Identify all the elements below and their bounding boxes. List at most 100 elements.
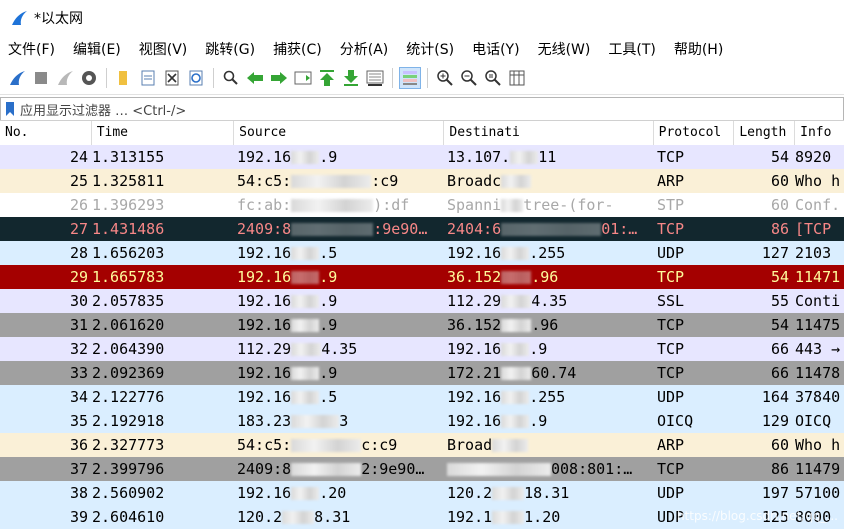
packet-time: 2.061620 xyxy=(92,316,165,334)
display-filter-bar[interactable]: 应用显示过滤器 … <Ctrl-/> xyxy=(0,97,844,121)
toolbar-divider xyxy=(392,68,393,88)
packet-length: 60 xyxy=(770,196,789,214)
menu-tools[interactable]: 工具(T) xyxy=(608,39,663,59)
packet-time: 1.431486 xyxy=(92,220,165,238)
packet-info: 8920 xyxy=(795,148,832,166)
menu-file[interactable]: 文件(F) xyxy=(8,39,63,59)
column-header-no[interactable]: No. xyxy=(0,121,92,145)
column-header-source[interactable]: Source xyxy=(234,121,445,145)
go-last-packet-icon[interactable] xyxy=(340,67,362,89)
packet-no: 28 xyxy=(69,244,88,262)
menu-edit[interactable]: 编辑(E) xyxy=(73,39,129,59)
packet-source: 183.23 3 xyxy=(237,412,349,430)
packet-row[interactable]: 36 2.327773 54:c5: c:c9 Broad ARP 60 Who … xyxy=(0,433,844,457)
packet-row[interactable]: 31 2.061620 192.16.9 36.152.96 TCP 54 11… xyxy=(0,313,844,337)
bookmark-icon[interactable] xyxy=(5,102,15,116)
packet-info: 11471 xyxy=(795,268,841,286)
packet-no: 33 xyxy=(69,364,88,382)
stop-capture-icon[interactable] xyxy=(30,67,52,89)
menu-wireless[interactable]: 无线(W) xyxy=(538,39,599,59)
menu-bar: 文件(F) 编辑(E) 视图(V) 跳转(G) 捕获(C) 分析(A) 统计(S… xyxy=(0,36,844,62)
packet-row[interactable]: 33 2.092369 192.16.9 172.21 60.74 TCP 66 … xyxy=(0,361,844,385)
column-header-time[interactable]: Time xyxy=(92,121,235,145)
packet-time: 2.327773 xyxy=(92,436,165,454)
display-filter-input[interactable]: 应用显示过滤器 … <Ctrl-/> xyxy=(20,100,186,119)
close-file-icon[interactable] xyxy=(161,67,183,89)
packet-row[interactable]: 32 2.064390 112.29 4.35 192.16.9 TCP 66 4… xyxy=(0,337,844,361)
packet-destination: 2404:6 01:… xyxy=(447,220,638,238)
packet-destination: Broadc xyxy=(443,169,653,193)
packet-time: 1.396293 xyxy=(92,196,165,214)
packet-row[interactable]: 34 2.122776 192.16.5 192.16.255 UDP 164 … xyxy=(0,385,844,409)
packet-row[interactable]: 30 2.057835 192.16.9 112.29 4.35 SSL 55 C… xyxy=(0,289,844,313)
packet-time: 1.325811 xyxy=(92,172,165,190)
packet-destination: Broad xyxy=(443,433,653,457)
go-first-packet-icon[interactable] xyxy=(316,67,338,89)
save-file-icon[interactable] xyxy=(137,67,159,89)
packet-list: 24 1.313155 192.16.9 13.107. 11 TCP 54 89… xyxy=(0,145,844,529)
packet-source: 192.16.9 xyxy=(237,292,338,310)
go-to-packet-icon[interactable] xyxy=(292,67,314,89)
packet-protocol: OICQ xyxy=(657,412,694,430)
packet-source: 54:c5: c:c9 xyxy=(237,436,398,454)
packet-destination: 192.16.9 xyxy=(447,412,548,430)
column-header-destination[interactable]: Destinati xyxy=(444,121,654,145)
zoom-out-icon[interactable] xyxy=(458,67,480,89)
menu-analyze[interactable]: 分析(A) xyxy=(340,39,397,59)
packet-row[interactable]: 35 2.192918 183.23 3 192.16.9 OICQ 129 OI… xyxy=(0,409,844,433)
menu-view[interactable]: 视图(V) xyxy=(139,39,196,59)
packet-protocol: STP xyxy=(657,196,685,214)
packet-row[interactable]: 37 2.399796 2409:8 2:9e90… 008:801:… TCP … xyxy=(0,457,844,481)
auto-scroll-icon[interactable] xyxy=(364,67,386,89)
find-packet-search-icon[interactable] xyxy=(220,67,242,89)
packet-length: 60 xyxy=(770,172,789,190)
packet-info: Conf. xyxy=(795,196,841,214)
packet-length: 54 xyxy=(770,148,789,166)
wireshark-fin-icon xyxy=(12,11,27,25)
capture-options-gear-icon[interactable] xyxy=(78,67,100,89)
packet-time: 1.313155 xyxy=(92,148,165,166)
packet-destination: 36.152.96 xyxy=(447,268,559,286)
menu-telephony[interactable]: 电话(Y) xyxy=(472,39,527,59)
packet-info: OICQ xyxy=(795,412,832,430)
packet-length: 66 xyxy=(770,364,789,382)
go-forward-arrow-icon[interactable] xyxy=(268,67,290,89)
menu-capture[interactable]: 捕获(C) xyxy=(273,39,330,59)
resize-columns-icon[interactable] xyxy=(506,67,528,89)
packet-protocol: TCP xyxy=(657,364,685,382)
menu-go[interactable]: 跳转(G) xyxy=(205,39,263,59)
zoom-in-icon[interactable] xyxy=(434,67,456,89)
packet-row[interactable]: 26 1.396293 fc:ab:):df Spanni tree-(for- … xyxy=(0,193,844,217)
packet-length: 86 xyxy=(770,220,789,238)
packet-protocol: UDP xyxy=(657,484,685,502)
colorize-packets-icon[interactable] xyxy=(399,67,421,89)
column-header-info[interactable]: Info xyxy=(795,121,844,145)
open-file-icon[interactable] xyxy=(113,67,135,89)
packet-protocol: SSL xyxy=(657,292,685,310)
go-back-arrow-icon[interactable] xyxy=(244,67,266,89)
reload-file-icon[interactable] xyxy=(185,67,207,89)
packet-no: 32 xyxy=(69,340,88,358)
packet-row[interactable]: 28 1.656203 192.16.5 192.16.255 UDP 127 … xyxy=(0,241,844,265)
packet-length: 55 xyxy=(770,292,789,310)
start-capture-icon[interactable] xyxy=(6,67,28,89)
packet-row[interactable]: 27 1.431486 2409:8:9e90… 2404:6 01:… TCP … xyxy=(0,217,844,241)
menu-help[interactable]: 帮助(H) xyxy=(674,39,731,59)
packet-length: 86 xyxy=(770,460,789,478)
packet-protocol: UDP xyxy=(657,244,685,262)
packet-length: 164 xyxy=(761,388,789,406)
packet-protocol: TCP xyxy=(657,460,685,478)
column-header-length[interactable]: Length xyxy=(734,121,796,145)
packet-protocol: TCP xyxy=(657,316,685,334)
packet-time: 1.656203 xyxy=(92,244,165,262)
packet-row[interactable]: 29 1.665783 192.16.9 36.152.96 TCP 54 11… xyxy=(0,265,844,289)
restart-capture-icon[interactable] xyxy=(54,67,76,89)
column-header-protocol[interactable]: Protocol xyxy=(654,121,735,145)
packet-info: 37840 xyxy=(795,388,841,406)
packet-row[interactable]: 38 2.560902 192.16.20 120.2 18.31 UDP 197… xyxy=(0,481,844,505)
menu-statistics[interactable]: 统计(S) xyxy=(406,39,462,59)
packet-row[interactable]: 24 1.313155 192.16.9 13.107. 11 TCP 54 89… xyxy=(0,145,844,169)
packet-row[interactable]: 25 1.325811 54:c5::c9 Broadc ARP 60 Who … xyxy=(0,169,844,193)
normal-size-icon[interactable] xyxy=(482,67,504,89)
packet-protocol: TCP xyxy=(657,268,685,286)
